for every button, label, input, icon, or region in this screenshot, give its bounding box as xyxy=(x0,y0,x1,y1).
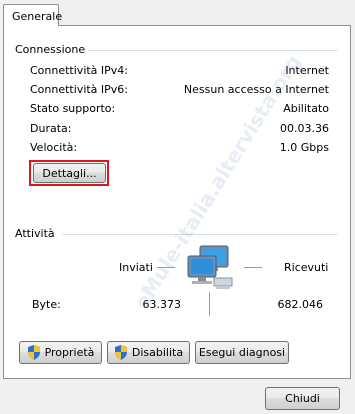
media-state-value: Abilitato xyxy=(283,102,329,115)
general-panel xyxy=(3,25,351,379)
ipv6-value: Nessun accesso a Internet xyxy=(183,83,329,96)
tab-generale[interactable]: Generale xyxy=(3,4,63,26)
uac-shield-icon xyxy=(27,345,40,360)
tab-generale-label: Generale xyxy=(12,10,63,23)
ipv4-label: Connettività IPv4: xyxy=(30,64,129,77)
disable-button[interactable]: Disabilita xyxy=(107,341,190,364)
diagnose-button[interactable]: Esegui diagnosi xyxy=(195,341,289,364)
bytes-label: Byte: xyxy=(32,298,61,311)
received-label: Ricevuti xyxy=(284,261,329,274)
media-state-label: Stato supporto: xyxy=(30,102,116,115)
activity-heading: Attività xyxy=(15,227,55,240)
sent-dash xyxy=(157,267,175,268)
received-dash xyxy=(244,267,262,268)
activity-divider xyxy=(62,234,338,235)
duration-value: 00.03.36 xyxy=(280,122,329,135)
close-button[interactable]: Chiudi xyxy=(265,387,340,410)
network-computers-icon xyxy=(187,245,233,289)
ipv4-value: Internet xyxy=(285,64,329,77)
speed-label: Velocità: xyxy=(30,141,78,154)
properties-button-label: Proprietà xyxy=(44,346,95,359)
connection-heading: Connessione xyxy=(15,43,86,56)
close-button-label: Chiudi xyxy=(285,392,320,405)
details-highlight-box xyxy=(29,160,109,186)
duration-label: Durata: xyxy=(30,122,72,135)
sent-label: Inviati xyxy=(119,261,153,274)
diagnose-button-label: Esegui diagnosi xyxy=(198,346,286,359)
speed-value: 1.0 Gbps xyxy=(279,141,329,154)
connection-divider xyxy=(88,50,338,51)
properties-button[interactable]: Proprietà xyxy=(19,341,102,364)
sent-bytes-value: 63.373 xyxy=(142,298,182,311)
bytes-separator xyxy=(209,292,210,316)
received-bytes-value: 682.046 xyxy=(277,298,324,311)
disable-button-label: Disabilita xyxy=(131,346,184,359)
uac-shield-icon xyxy=(114,345,127,360)
ipv6-label: Connettività IPv6: xyxy=(30,83,129,96)
